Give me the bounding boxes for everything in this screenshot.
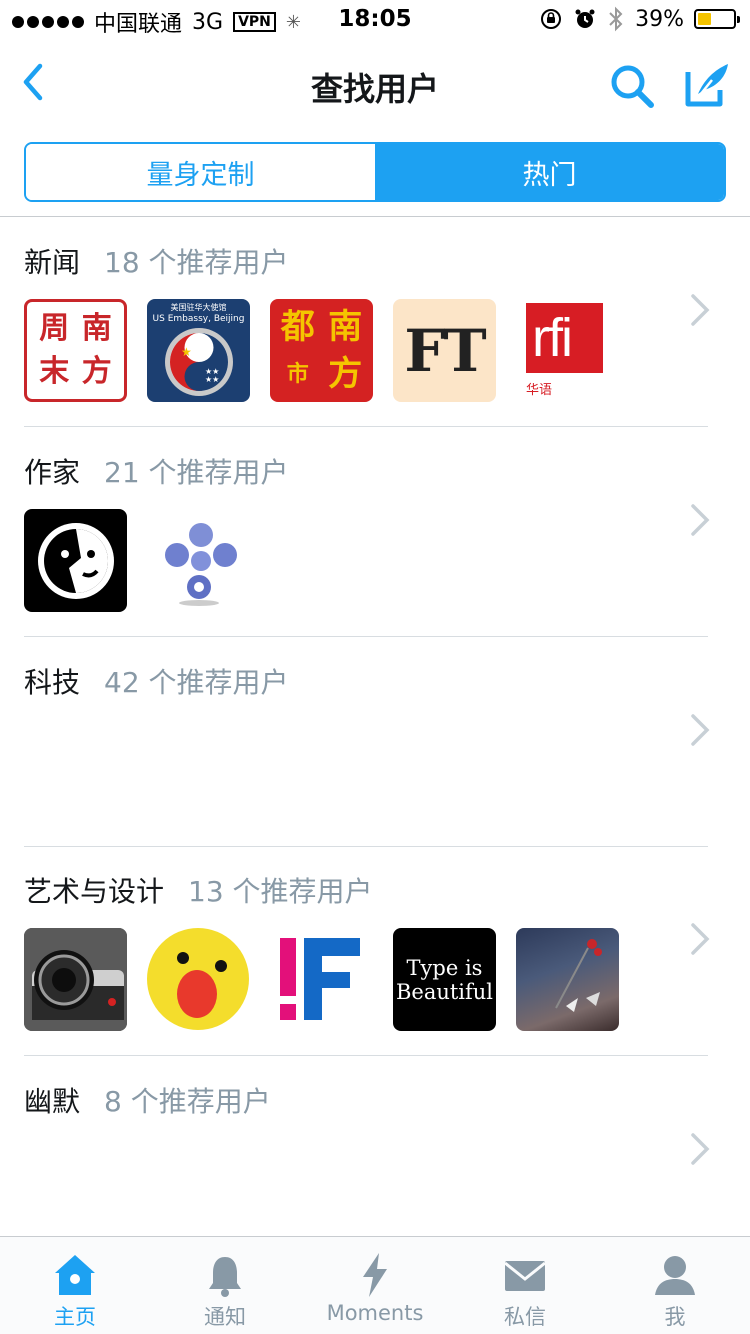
rfi-sublabel: 华语: [526, 383, 553, 398]
avatar-nanfang-zhoumo[interactable]: 周 南 末 方: [24, 299, 127, 402]
tab-label: 私信: [504, 1305, 546, 1329]
tab-bar: 主页 通知 Moments 私信 我: [0, 1236, 750, 1334]
home-icon: [55, 1255, 95, 1295]
if-logo-icon: [280, 938, 360, 1020]
section-count: 21 个推荐用户: [104, 456, 289, 489]
avatar-char: 市: [286, 361, 309, 388]
tab-me[interactable]: 我: [600, 1237, 750, 1334]
section-count: 42 个推荐用户: [104, 666, 289, 699]
tab-messages[interactable]: 私信: [450, 1237, 600, 1334]
chevron-right-icon[interactable]: [688, 1131, 712, 1167]
flag-seal-icon: ★ ★★ ★★: [164, 327, 233, 396]
status-right: 39%: [539, 6, 740, 32]
chevron-right-icon[interactable]: [688, 292, 712, 328]
tab-label: 通知: [204, 1305, 246, 1329]
avatar-char: 方: [328, 354, 363, 395]
battery-percent: 39%: [635, 6, 684, 32]
section-title: 幽默: [24, 1085, 81, 1118]
avatar-nanfang-dushibao[interactable]: 都 南 市 方: [270, 299, 373, 402]
tab-notifications[interactable]: 通知: [150, 1237, 300, 1334]
section-count: 18 个推荐用户: [104, 246, 289, 279]
avatar-photo[interactable]: [516, 928, 619, 1031]
tab-label: 我: [664, 1305, 686, 1329]
avatar-char: 南: [328, 306, 363, 347]
category-section-tech[interactable]: 科技 42 个推荐用户: [0, 637, 750, 847]
avatar-char: 南: [81, 311, 112, 347]
tab-label: 主页: [54, 1305, 96, 1329]
rotation-lock-icon: [541, 9, 562, 29]
avatar-char: 方: [81, 353, 112, 389]
alarm-icon: [575, 9, 595, 28]
search-icon[interactable]: [608, 62, 656, 110]
battery-icon: [694, 9, 740, 29]
section-title: 艺术与设计: [24, 875, 165, 908]
section-avatars: Type is Beautiful: [24, 928, 619, 1031]
section-header: 科技 42 个推荐用户: [24, 661, 289, 701]
section-header: 作家 21 个推荐用户: [24, 451, 289, 491]
avatar-label: Beautiful: [395, 979, 494, 1004]
svg-text:★★: ★★: [205, 375, 219, 384]
avatar-char: 末: [39, 353, 70, 389]
avatar-writer-1[interactable]: [24, 509, 127, 612]
section-header: 艺术与设计 13 个推荐用户: [24, 870, 373, 910]
lightning-icon: [363, 1253, 387, 1297]
avatar-char: 都: [280, 306, 315, 347]
chevron-right-icon[interactable]: [688, 921, 712, 957]
avatar-ft[interactable]: FT: [393, 299, 496, 402]
section-avatars: 周 南 末 方 美国驻华大使馆 US Embassy, Beijing ★ ★★…: [24, 299, 619, 402]
section-count: 13 个推荐用户: [188, 875, 373, 908]
chevron-right-icon[interactable]: [688, 502, 712, 538]
molecule-logo-icon: [164, 522, 237, 606]
avatar-us-embassy[interactable]: 美国驻华大使馆 US Embassy, Beijing ★ ★★ ★★: [147, 299, 250, 402]
avatar-label: US Embassy, Beijing: [152, 314, 245, 324]
section-title: 科技: [24, 666, 81, 699]
section-title: 作家: [24, 456, 81, 489]
avatar-char: 周: [39, 311, 70, 347]
avatar-label: 美国驻华大使馆: [170, 303, 227, 312]
person-icon: [655, 1256, 695, 1295]
category-section-writers[interactable]: 作家 21 个推荐用户: [0, 427, 750, 637]
segment-tailored[interactable]: 量身定制: [26, 144, 375, 200]
section-header: 新闻 18 个推荐用户: [24, 241, 289, 281]
tab-home[interactable]: 主页: [0, 1237, 150, 1334]
bluetooth-icon: [609, 6, 623, 32]
avatar-label: Type is: [406, 955, 483, 980]
surprised-face-icon: [147, 928, 249, 1030]
battery-fill: [698, 13, 711, 25]
avatar-camera[interactable]: [24, 928, 127, 1031]
avatar-if[interactable]: [270, 928, 373, 1031]
avatar-rfi[interactable]: rfi 华语: [516, 299, 619, 402]
tab-label: Moments: [326, 1301, 424, 1325]
avatar-surprised-face[interactable]: [147, 928, 250, 1031]
section-title: 新闻: [24, 246, 81, 279]
split-face-logo-icon: [37, 522, 114, 599]
bell-icon: [209, 1257, 241, 1297]
segmented-control: 量身定制 热门: [24, 142, 726, 202]
category-section-art-design[interactable]: 艺术与设计 13 个推荐用户 Type is Beautiful: [0, 846, 750, 1056]
status-bar: 中国联通 3G VPN ✳ 18:05 39%: [0, 0, 750, 40]
segment-popular[interactable]: 热门: [375, 144, 724, 200]
camera-icon: [24, 928, 127, 1031]
avatar-writer-2[interactable]: [147, 509, 250, 612]
rfi-logo: rfi: [526, 303, 603, 373]
avatar-type-is-beautiful[interactable]: Type is Beautiful: [393, 928, 496, 1031]
category-section-news[interactable]: 新闻 18 个推荐用户 周 南 末 方 美国驻华大使馆 US Embassy, …: [0, 217, 750, 427]
tab-moments[interactable]: Moments: [300, 1237, 450, 1334]
section-header: 幽默 8 个推荐用户: [24, 1080, 271, 1120]
section-count: 8 个推荐用户: [104, 1085, 271, 1118]
nav-bar: 查找用户: [0, 44, 750, 124]
svg-text:★: ★: [181, 345, 192, 359]
compose-icon[interactable]: [682, 60, 732, 110]
category-section-humor[interactable]: 幽默 8 个推荐用户: [0, 1056, 750, 1266]
chevron-right-icon[interactable]: [688, 712, 712, 748]
envelope-icon: [504, 1261, 546, 1291]
section-avatars: [24, 509, 250, 612]
flower-photo-icon: [555, 939, 602, 1012]
